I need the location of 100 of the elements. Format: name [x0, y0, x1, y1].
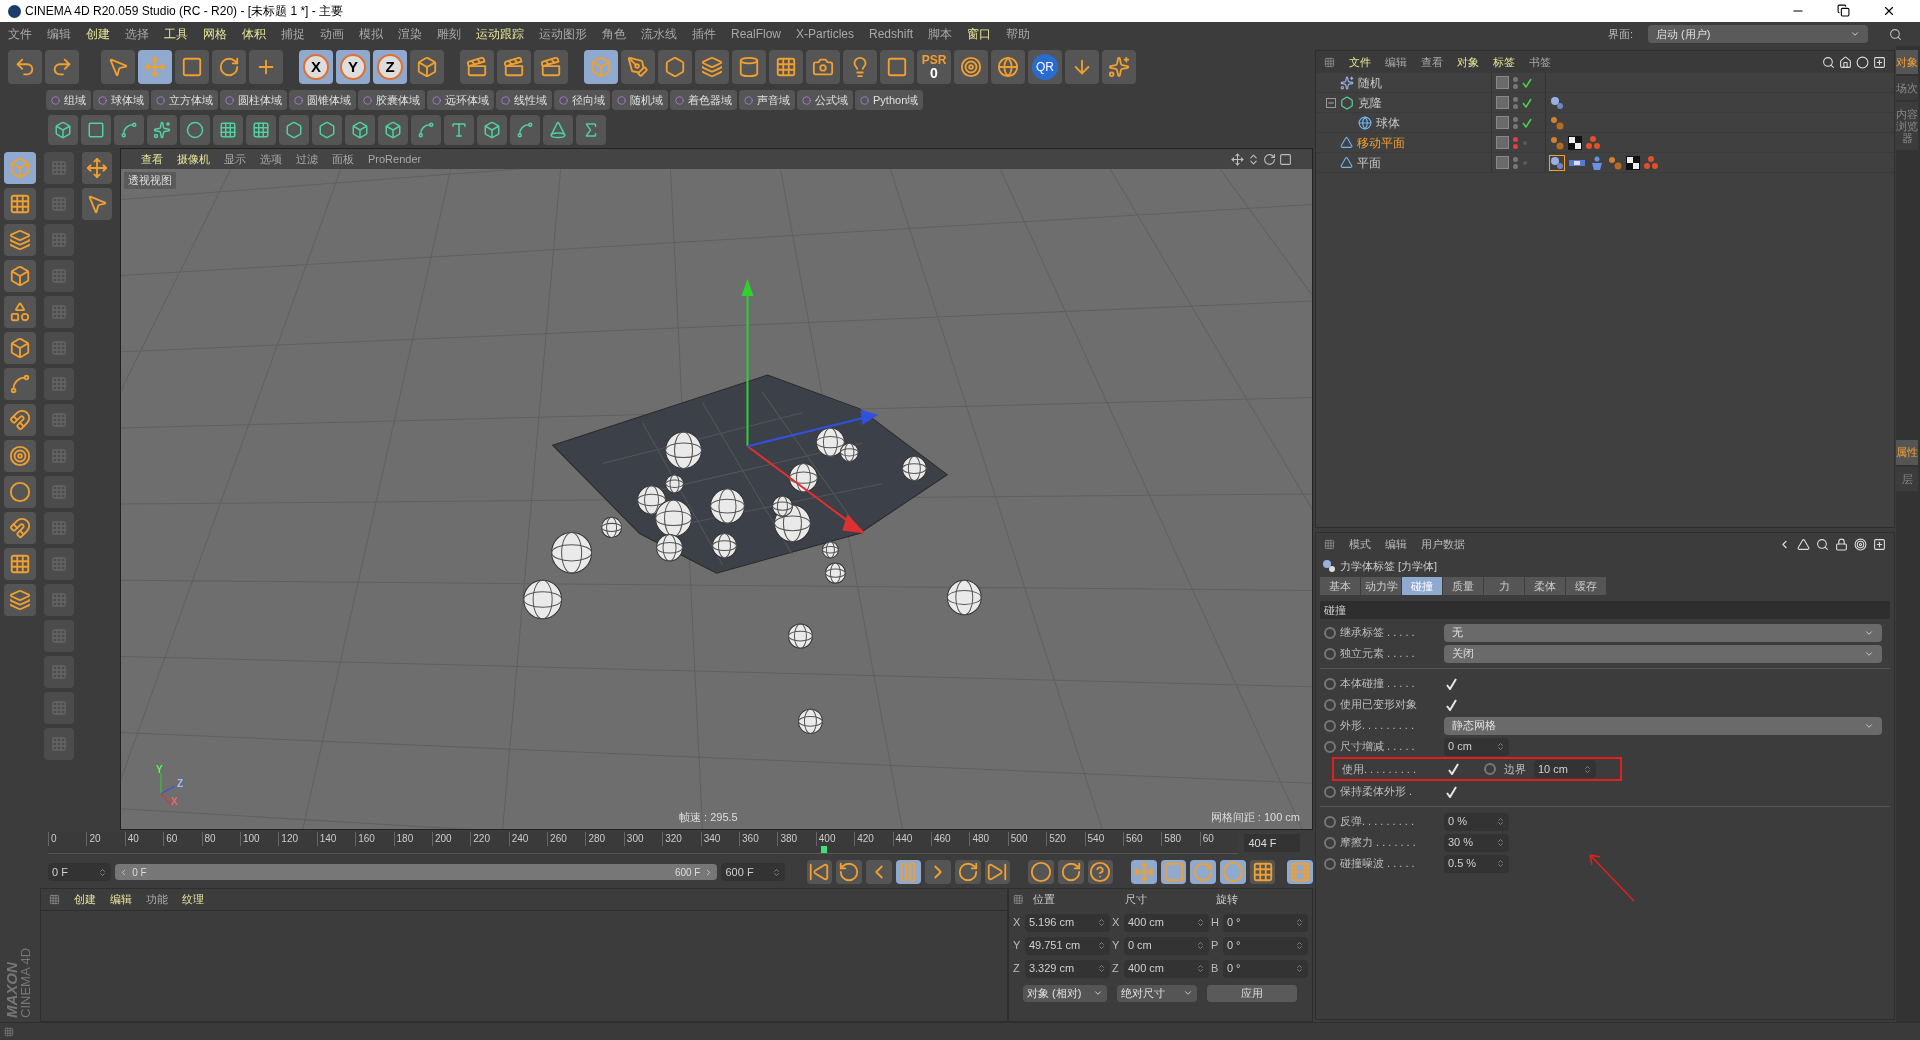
object-name[interactable]: 克隆: [1358, 93, 1382, 112]
cube-button[interactable]: [4, 260, 36, 292]
checkbox[interactable]: [1446, 762, 1460, 776]
material-menu-item[interactable]: 编辑: [110, 891, 132, 908]
pan-icon[interactable]: [1231, 152, 1244, 166]
target-icon[interactable]: [1854, 537, 1867, 551]
target-button[interactable]: [4, 440, 36, 472]
attribute-tab[interactable]: 动力学: [1361, 577, 1401, 595]
plus-button[interactable]: [249, 50, 283, 84]
field-button[interactable]: 圆锥体域: [289, 90, 356, 110]
object-menu-item[interactable]: 查看: [1421, 53, 1443, 71]
help-button[interactable]: [1087, 860, 1114, 884]
cube-button[interactable]: [4, 332, 36, 364]
square-button[interactable]: [880, 50, 914, 84]
viewport-menu-item[interactable]: 显示: [224, 150, 246, 168]
rigid-tag-icon[interactable]: [1550, 95, 1564, 110]
menu-item[interactable]: 插件: [692, 25, 716, 43]
visibility-dots[interactable]: [1513, 156, 1518, 169]
tool-button[interactable]: [312, 115, 342, 145]
rotate-button[interactable]: [212, 50, 246, 84]
tool-button[interactable]: [576, 115, 606, 145]
key-rotate-button[interactable]: [1190, 860, 1217, 884]
attribute-tab[interactable]: 基本: [1320, 577, 1360, 595]
key-point-button[interactable]: [1249, 860, 1276, 884]
tool-button[interactable]: [114, 115, 144, 145]
spinner-arrows-icon[interactable]: [1295, 941, 1304, 950]
side-tab[interactable]: 内容浏览器: [1896, 102, 1918, 151]
panel-grip-icon[interactable]: [1324, 538, 1335, 550]
target-button[interactable]: [954, 50, 988, 84]
object-name[interactable]: 平面: [1357, 153, 1381, 172]
menu-item[interactable]: 模拟: [359, 25, 383, 43]
menu-item[interactable]: X-Particles: [796, 25, 855, 43]
close-icon[interactable]: [1882, 4, 1896, 18]
field-button[interactable]: 着色器域: [670, 90, 737, 110]
viewport-menu-item[interactable]: 面板: [332, 150, 354, 168]
menu-item[interactable]: 窗口: [967, 25, 992, 43]
timeline-ruler[interactable]: 0 20 40 60 80 100 120 140 160 180 200 220 240 260 280 300 320 340 360 380 400 420 440 460 480 500 520 540 560 580 60: [48, 832, 1239, 854]
enabled-check-icon[interactable]: [1522, 97, 1532, 108]
field-button[interactable]: 胶囊体域: [358, 90, 425, 110]
layers-button[interactable]: [4, 224, 36, 256]
attribute-menu-item[interactable]: 模式: [1349, 535, 1371, 553]
layout-dropdown[interactable]: 启动 (用户): [1648, 25, 1868, 43]
panel-grip-icon[interactable]: [49, 894, 60, 905]
object-name[interactable]: 随机: [1358, 73, 1382, 92]
menu-item[interactable]: 渲染: [398, 25, 422, 43]
viewport-menu-item[interactable]: ProRender: [368, 150, 422, 168]
tool-button[interactable]: [510, 115, 540, 145]
tool-button[interactable]: [147, 115, 177, 145]
number-field[interactable]: 0 cm: [1444, 737, 1509, 756]
move-button[interactable]: [82, 152, 112, 184]
checkbox[interactable]: [1444, 676, 1458, 691]
field-button[interactable]: 圆柱体域: [220, 90, 287, 110]
menu-item[interactable]: 捕捉: [281, 25, 305, 43]
checkbox[interactable]: [1444, 697, 1458, 712]
arrow-down-button[interactable]: [1065, 50, 1099, 84]
panel-grip-icon[interactable]: [1013, 893, 1024, 905]
key-scale-button[interactable]: [1160, 860, 1187, 884]
material-menu-item[interactable]: 功能: [146, 891, 168, 908]
clapperboard-button[interactable]: [534, 50, 568, 84]
pause-button[interactable]: [895, 860, 922, 884]
number-field[interactable]: 400 cm: [1123, 959, 1209, 978]
qr-button[interactable]: QR: [1028, 50, 1062, 84]
object-menu-item[interactable]: 书签: [1529, 53, 1551, 71]
magnet-button[interactable]: [4, 512, 36, 544]
object-name[interactable]: 球体: [1376, 113, 1400, 132]
tool-button[interactable]: [444, 115, 474, 145]
field-button[interactable]: 公式域: [797, 90, 853, 110]
zoom-icon[interactable]: [1247, 152, 1260, 166]
spinner-arrows-icon[interactable]: [1496, 817, 1505, 826]
grid-button[interactable]: [4, 188, 36, 220]
tool-button[interactable]: [81, 115, 111, 145]
menu-item[interactable]: Redshift: [869, 25, 914, 43]
number-field[interactable]: 3.329 cm: [1024, 959, 1110, 978]
viewport-menu-item[interactable]: 查看: [141, 150, 163, 168]
clapperboard-button[interactable]: [460, 50, 494, 84]
dropdown[interactable]: 无: [1444, 623, 1882, 642]
clapperboard-button[interactable]: [497, 50, 531, 84]
material-menu-item[interactable]: 纹理: [182, 891, 204, 908]
layers-button[interactable]: [695, 50, 729, 84]
spinner-arrows-icon[interactable]: [771, 867, 781, 877]
field-button[interactable]: Python域: [855, 90, 924, 110]
tool-button[interactable]: [279, 115, 309, 145]
grid-button[interactable]: [4, 548, 36, 580]
range-slider[interactable]: 0 F 600 F: [115, 864, 718, 880]
step-forward-button[interactable]: [925, 860, 951, 884]
attribute-tab[interactable]: 缓存: [1566, 577, 1606, 595]
dropdown[interactable]: 静态网格: [1444, 716, 1882, 735]
restore-icon[interactable]: [1837, 4, 1850, 17]
grid-button[interactable]: [769, 50, 803, 84]
menu-item[interactable]: 选择: [125, 25, 149, 43]
menu-item[interactable]: 动画: [320, 25, 344, 43]
psr-button[interactable]: PSR 0: [917, 50, 951, 84]
menu-item[interactable]: 脚本: [928, 25, 953, 43]
pen-button[interactable]: [621, 50, 655, 84]
spinner-arrows-icon[interactable]: [1295, 918, 1304, 927]
enabled-check-icon[interactable]: [1522, 117, 1532, 128]
object-menu-item[interactable]: 标签: [1493, 53, 1515, 71]
dynamics-tag-icon[interactable]: [1550, 115, 1564, 130]
checker-tag-icon[interactable]: [1568, 135, 1582, 150]
tool-button[interactable]: [378, 115, 408, 145]
